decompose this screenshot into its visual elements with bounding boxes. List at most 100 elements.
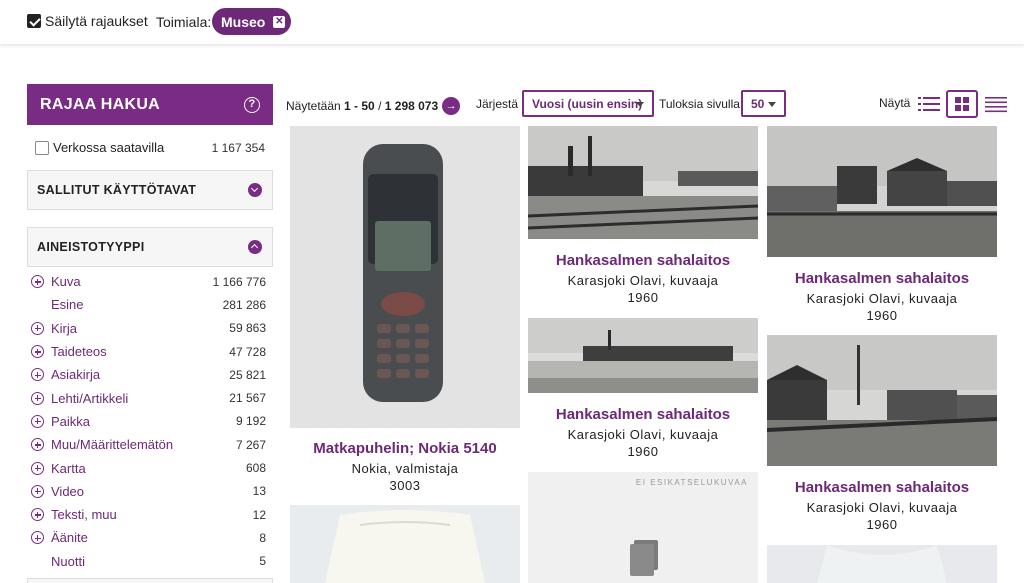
facet-count: 7 267 (235, 437, 266, 452)
facet-count: 12 (252, 507, 266, 522)
facet-name[interactable]: Paikka (51, 414, 90, 429)
facet-name[interactable]: Kartta (51, 461, 86, 476)
facet-name[interactable]: Teksti, muu (51, 507, 117, 522)
result-author: Karasjoki Olavi, kuvaaja (567, 273, 719, 288)
result-title[interactable]: Hankasalmen sahalaitos (528, 406, 758, 423)
industry-chip-label: Museo (221, 13, 266, 30)
facet-aanite[interactable]: Äänite 8 (31, 526, 266, 549)
facet-name[interactable]: Muu/Määrittelemätön (51, 437, 173, 452)
help-icon[interactable]: ? (244, 97, 260, 113)
sort-select[interactable]: Vuosi (uusin ensin) (522, 90, 654, 117)
result-year: 1960 (627, 444, 659, 459)
book-icon (630, 540, 658, 576)
expand-plus-icon[interactable] (31, 531, 44, 545)
facet-teksti[interactable]: Teksti, muu 12 (31, 503, 266, 526)
facet-count: 1 166 776 (212, 274, 266, 289)
usage-rights-panel[interactable]: SALLITUT KÄYTTÖTAVAT (27, 170, 273, 210)
sort-value: Vuosi (uusin ensin) (532, 96, 643, 111)
result-total: 1 298 073 (384, 99, 439, 113)
result-count: Näytetään 1 - 50 / 1 298 073 → (286, 97, 461, 115)
facet-name[interactable]: Esine (51, 297, 84, 312)
facet-name[interactable]: Asiakirja (51, 367, 100, 382)
view-label: Näytä (879, 96, 911, 110)
expand-plus-icon[interactable] (31, 368, 44, 382)
no-preview-tile[interactable]: EI ESIKATSELUKUVAA (528, 472, 758, 583)
material-type-panel[interactable]: AINEISTOTYYPPI (27, 227, 273, 267)
facet-asiakirja[interactable]: Asiakirja 25 821 (31, 363, 266, 386)
online-available-filter[interactable]: Verkossa saatavilla 1 167 354 (35, 140, 265, 155)
facet-name[interactable]: Kirja (51, 321, 77, 336)
chevron-down-icon[interactable] (248, 183, 262, 197)
result-range: 1 - 50 (344, 99, 375, 113)
phone-thumbnail[interactable] (290, 126, 520, 428)
expand-plus-icon[interactable] (31, 438, 44, 452)
facet-lehti[interactable]: Lehti/Artikkeli 21 567 (31, 386, 266, 409)
facet-paikka[interactable]: Paikka 9 192 (31, 410, 266, 433)
result-author: Karasjoki Olavi, kuvaaja (806, 291, 958, 306)
result-title[interactable]: Hankasalmen sahalaitos (528, 252, 758, 269)
keep-filters-toggle[interactable]: Säilytä rajaukset (27, 13, 148, 29)
result-card[interactable]: Matkapuhelin; Nokia 5140 Nokia, valmista… (290, 126, 520, 493)
facet-count: 47 728 (229, 344, 266, 359)
garment-thumbnail[interactable] (290, 505, 520, 583)
result-year: 1960 (866, 308, 898, 323)
expand-plus-icon[interactable] (31, 275, 44, 289)
expand-plus-icon[interactable] (31, 321, 44, 335)
facet-name[interactable]: Video (51, 484, 84, 499)
result-card[interactable]: Hankasalmen sahalaitos Karasjoki Olavi, … (767, 126, 997, 323)
expand-plus-icon[interactable] (31, 345, 44, 359)
industry-filter-chip[interactable]: Museo ✕ (212, 8, 291, 35)
no-preview-text: EI ESIKATSELUKUVAA (635, 478, 748, 487)
chevron-up-icon[interactable] (248, 240, 262, 254)
facet-kuva[interactable]: Kuva 1 166 776 (31, 270, 266, 293)
result-title[interactable]: Matkapuhelin; Nokia 5140 (290, 440, 520, 457)
facet-name[interactable]: Taideteos (51, 344, 107, 359)
facet-count: 5 (259, 554, 266, 569)
compact-list-view-icon[interactable] (984, 92, 1008, 116)
facet-kartta[interactable]: Kartta 608 (31, 456, 266, 479)
facet-muu[interactable]: Muu/Määrittelemätön 7 267 (31, 433, 266, 456)
expand-plus-icon[interactable] (31, 414, 44, 428)
result-card[interactable]: Hankasalmen sahalaitos Karasjoki Olavi, … (528, 318, 758, 459)
facet-kirja[interactable]: Kirja 59 863 (31, 317, 266, 340)
expand-plus-icon[interactable] (31, 461, 44, 475)
result-card[interactable]: Hankasalmen sahalaitos Karasjoki Olavi, … (766, 335, 998, 532)
grid-view-button[interactable] (946, 90, 978, 118)
expand-plus-icon[interactable] (31, 484, 44, 498)
sawmill-thumbnail[interactable] (767, 126, 997, 257)
grid-view-icon (955, 97, 969, 111)
facet-name[interactable]: Nuotti (51, 554, 85, 569)
facet-video[interactable]: Video 13 (31, 480, 266, 503)
expand-plus-icon[interactable] (31, 508, 44, 522)
facet-name[interactable]: Äänite (51, 530, 88, 545)
facet-count: 21 567 (229, 391, 266, 406)
keep-filters-checkbox[interactable] (27, 14, 41, 28)
facet-nuotti[interactable]: Nuotti 5 (31, 550, 266, 573)
remove-filter-icon[interactable]: ✕ (273, 15, 286, 28)
keep-filters-label: Säilytä rajaukset (45, 13, 148, 29)
sawmill-thumbnail[interactable] (766, 335, 998, 466)
next-filter-panel[interactable] (27, 578, 273, 583)
result-title[interactable]: Hankasalmen sahalaitos (767, 270, 997, 287)
facet-count: 8 (259, 530, 266, 545)
facet-esine[interactable]: Esine 281 286 (31, 293, 266, 316)
list-view-icon[interactable] (917, 92, 941, 116)
result-year: 1960 (866, 517, 898, 532)
online-available-checkbox[interactable] (35, 140, 49, 155)
garment-thumbnail[interactable] (767, 545, 997, 583)
expand-plus-icon[interactable] (31, 391, 44, 405)
result-title[interactable]: Hankasalmen sahalaitos (767, 479, 997, 496)
per-page-select[interactable]: 50 (741, 90, 786, 117)
result-card[interactable]: Hankasalmen sahalaitos Karasjoki Olavi, … (527, 126, 759, 305)
sawmill-thumbnail[interactable] (527, 126, 759, 239)
sawmill-thumbnail[interactable] (528, 318, 758, 393)
next-page-arrow-icon[interactable]: → (442, 97, 461, 115)
showing-prefix: Näytetään (286, 99, 341, 113)
usage-rights-title: SALLITUT KÄYTTÖTAVAT (37, 183, 197, 197)
facet-count: 25 821 (229, 367, 266, 382)
refine-search-title: RAJAA HAKUA (40, 95, 161, 113)
facet-name[interactable]: Kuva (51, 274, 81, 289)
facet-taideteos[interactable]: Taideteos 47 728 (31, 340, 266, 363)
facet-count: 608 (245, 461, 266, 476)
facet-name[interactable]: Lehti/Artikkeli (51, 391, 128, 406)
